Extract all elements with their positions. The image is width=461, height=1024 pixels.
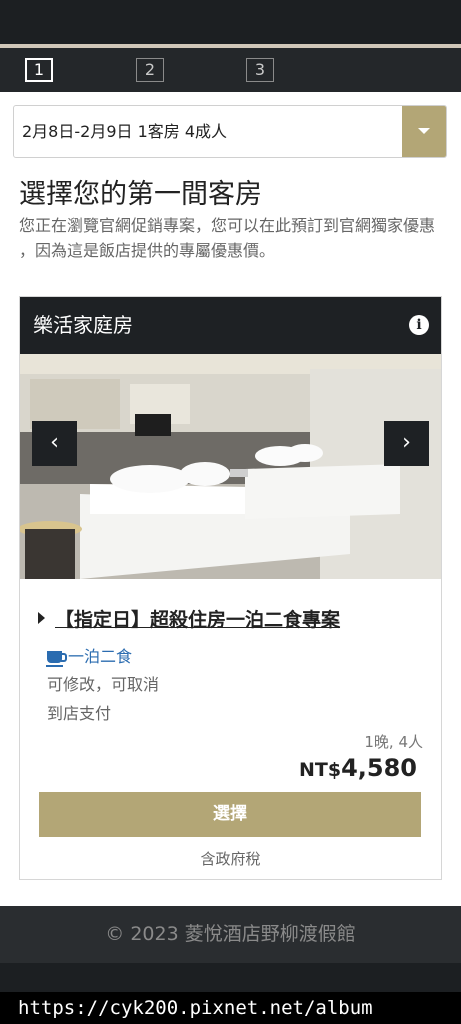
- stay-summary-text: 2月8日-2月9日 1客房 4成人: [22, 122, 228, 141]
- footer-bottom-bar: [0, 963, 461, 992]
- price-per-night: 1晚, 4人: [364, 733, 423, 751]
- dropdown-button[interactable]: [402, 106, 446, 157]
- url-watermark: https://cyk200.pixnet.net/album: [0, 992, 461, 1024]
- plan-title-link[interactable]: 【指定日】超殺住房一泊二食專案: [55, 609, 340, 631]
- footer-copyright: © 2023 菱悅酒店野柳渡假館: [0, 906, 461, 963]
- booking-steps: 1 2 3: [0, 48, 461, 92]
- photo-next-button[interactable]: ›: [384, 421, 429, 466]
- price: NT$4,580: [299, 754, 417, 782]
- price-amount: 4,580: [341, 754, 417, 782]
- chevron-down-icon: [418, 128, 430, 134]
- top-header: [0, 0, 461, 44]
- stay-summary-selector[interactable]: 2月8日-2月9日 1客房 4成人: [13, 105, 447, 158]
- meal-info: 一泊二食: [46, 643, 133, 667]
- tax-note: 含政府稅: [200, 850, 261, 868]
- step-2[interactable]: 2: [136, 58, 164, 82]
- page-description: 您正在瀏覽官網促銷專案，您可以在此預訂到官網獨家優惠 ，因為這是飯店提供的專屬優…: [19, 216, 436, 260]
- meal-label: 一泊二食: [68, 647, 133, 666]
- price-currency: NT$: [298, 759, 342, 781]
- coffee-cup-icon: [46, 651, 67, 667]
- caret-right-icon: [38, 612, 45, 624]
- select-button[interactable]: 選擇: [39, 792, 421, 837]
- room-card-header: 樂活家庭房 i: [20, 297, 441, 354]
- room-card: 樂活家庭房 i ‹ › 【指定日】超殺住房一泊二食專案 一泊二食 可修改，可取消…: [19, 296, 442, 880]
- page-title: 選擇您的第一間客房: [19, 179, 262, 210]
- step-3[interactable]: 3: [246, 58, 274, 82]
- room-photo: ‹ ›: [20, 354, 441, 579]
- plan-title[interactable]: 【指定日】超殺住房一泊二食專案: [38, 605, 340, 632]
- info-icon[interactable]: i: [409, 315, 429, 335]
- photo-prev-button[interactable]: ‹: [32, 421, 77, 466]
- payment-method: 到店支付: [47, 704, 112, 723]
- step-1[interactable]: 1: [25, 58, 53, 82]
- cancellation-policy: 可修改，可取消: [47, 675, 160, 694]
- room-name: 樂活家庭房: [33, 313, 133, 337]
- room-photo-image: [20, 354, 441, 579]
